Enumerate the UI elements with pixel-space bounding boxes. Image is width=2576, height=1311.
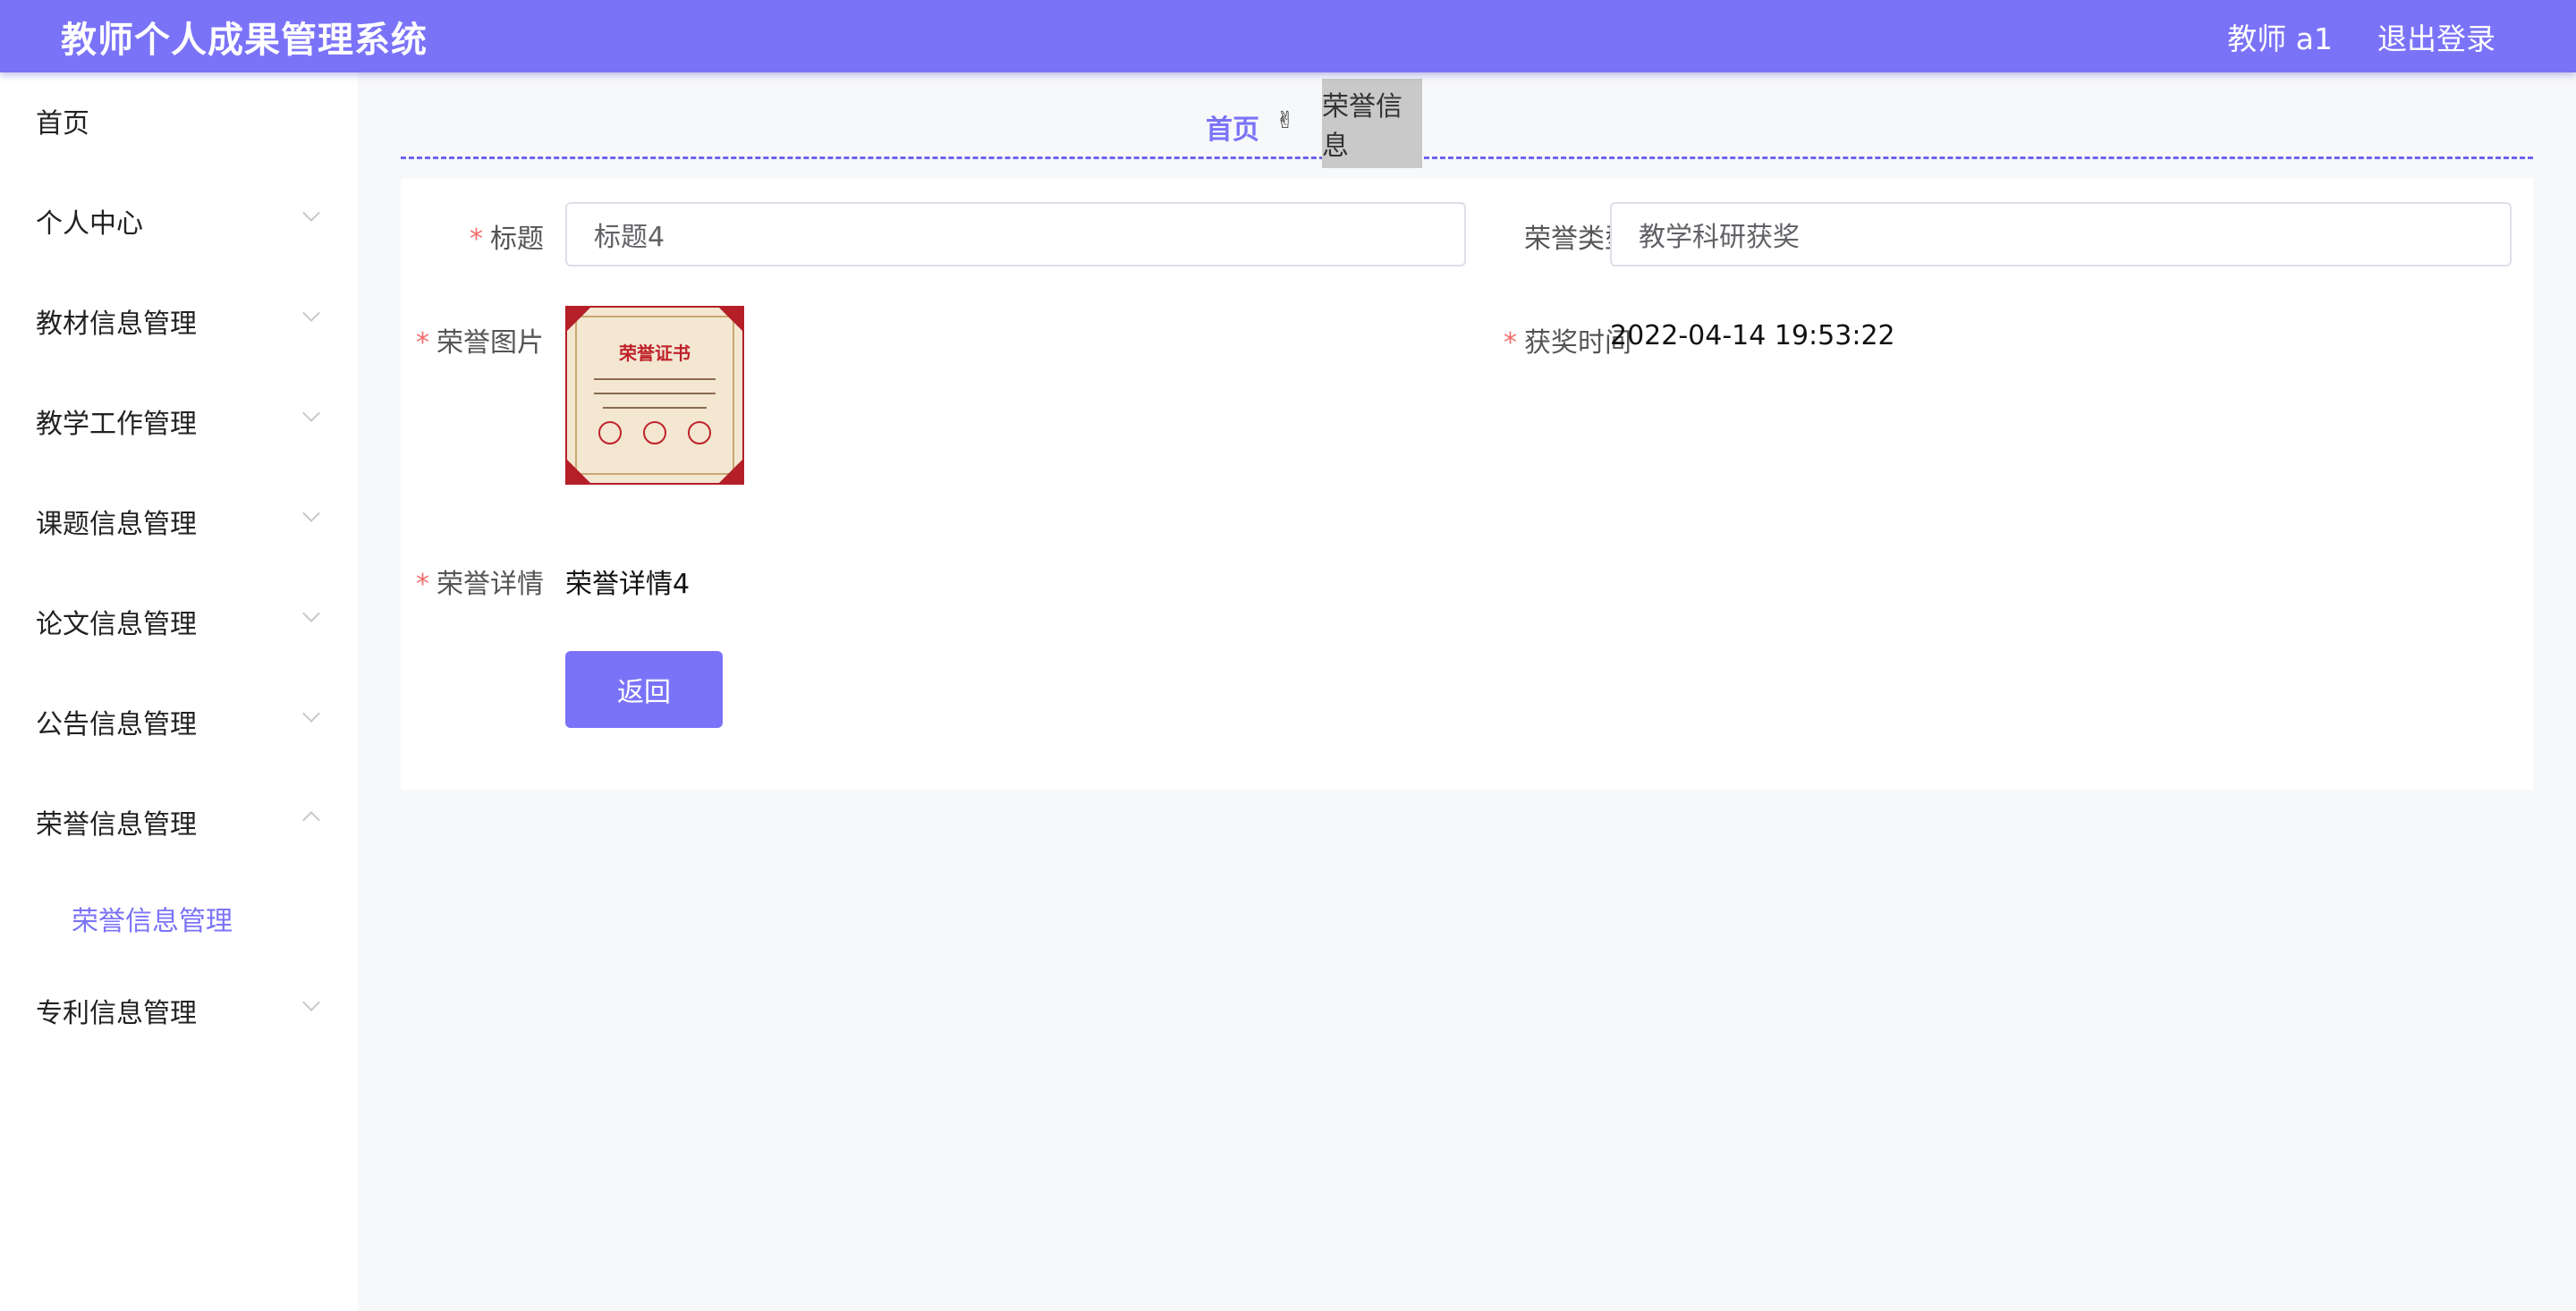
user-name: 教师 a1 [2227,21,2333,56]
sidebar-subitem-honor-manage[interactable]: 荣誉信息管理 [0,883,358,954]
header-user-area: 教师 a1 退出登录 [2227,15,2496,58]
type-label: 荣誉类型 [1453,216,1631,256]
back-button[interactable]: 返回 [565,651,723,728]
chevron-down-icon [302,304,320,322]
sidebar-item-label: 论文信息管理 [36,609,197,640]
chevron-down-icon [302,404,320,422]
victory-hand-icon: ✌ [1275,107,1295,134]
logout-link[interactable]: 退出登录 [2377,15,2496,58]
detail-label-text: 荣誉详情 [436,569,544,600]
required-mark: * [1504,327,1517,359]
honor-detail-value: 荣誉详情4 [565,569,691,600]
sidebar-subitem-label: 荣誉信息管理 [72,906,233,937]
chevron-down-icon [302,605,320,622]
sidebar-item-personal-center[interactable]: 个人中心 [0,181,358,261]
breadcrumb: 首页 ✌ 荣誉信息 [401,79,2533,168]
sidebar-item-paper[interactable]: 论文信息管理 [0,581,358,662]
app-title: 教师个人成果管理系统 [61,19,428,61]
sidebar-item-label: 教材信息管理 [36,309,197,340]
sidebar-item-teaching-work[interactable]: 教学工作管理 [0,381,358,461]
title-label-text: 标题 [490,224,544,255]
sidebar-item-notice[interactable]: 公告信息管理 [0,681,358,762]
honor-type-input[interactable] [1610,202,2512,266]
image-label-text: 荣誉图片 [436,327,544,359]
sidebar-item-label: 个人中心 [36,208,143,240]
chevron-down-icon [302,204,320,222]
sidebar-item-honor[interactable]: 荣誉信息管理 [0,782,358,862]
sidebar-item-home[interactable]: 首页 [0,80,358,161]
sidebar-item-project[interactable]: 课题信息管理 [0,481,358,562]
image-label: * 荣誉图片 [401,320,544,359]
sidebar-menu: 首页 个人中心 教材信息管理 教学工作管理 课题信息管理 论文信息管理 公告信息… [0,72,358,1311]
required-mark: * [416,569,429,600]
top-header: 教师个人成果管理系统 教师 a1 退出登录 [0,0,2576,72]
sidebar-item-label: 教学工作管理 [36,409,197,440]
chevron-down-icon [302,705,320,723]
honor-detail-form: *标题 荣誉类型 *荣誉图片 荣誉证书 *获奖时间 2022-04-14 19:… [401,179,2533,790]
title-input[interactable] [565,202,1466,266]
sidebar-item-textbook[interactable]: 教材信息管理 [0,281,358,361]
breadcrumb-home-link[interactable]: 首页 [1206,107,1259,147]
chevron-up-icon [302,811,320,829]
sidebar-item-label: 荣誉信息管理 [36,809,197,841]
sidebar-item-label: 专利信息管理 [36,998,197,1029]
honor-certificate-image[interactable]: 荣誉证书 [565,306,744,485]
sidebar-item-label: 公告信息管理 [36,709,197,740]
detail-label: * 荣誉详情 [401,562,544,601]
chevron-down-icon [302,994,320,1011]
required-mark: * [416,327,429,359]
title-label: * 标题 [401,216,544,256]
certificate-heading: 荣誉证书 [618,343,691,364]
required-mark: * [470,224,483,255]
award-time-value: 2022-04-14 19:53:22 [1610,320,1895,351]
chevron-down-icon [302,504,320,522]
sidebar-item-patent[interactable]: 专利信息管理 [0,970,358,1051]
breadcrumb-current: 荣誉信息 [1322,79,1422,168]
sidebar-item-label: 首页 [36,108,89,140]
certificate-graphic: 荣誉证书 [567,308,742,483]
sidebar-item-label: 课题信息管理 [36,509,197,540]
time-label: * 获奖时间 [1453,320,1631,359]
